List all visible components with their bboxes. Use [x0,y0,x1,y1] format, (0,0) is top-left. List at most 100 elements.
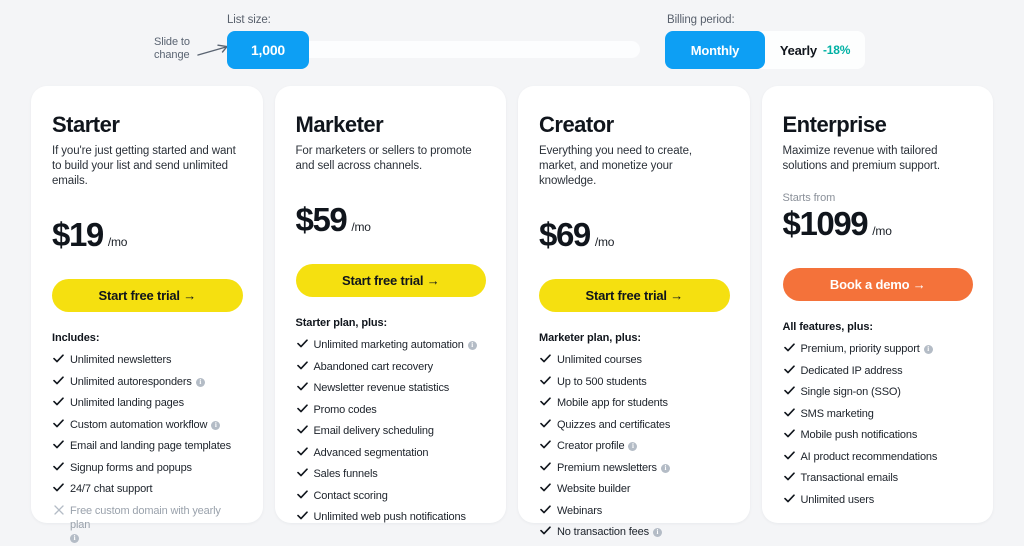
info-icon[interactable]: i [70,533,79,543]
list-size-slider[interactable]: 1,000 [227,31,640,69]
feature-label-wrap: Mobile push notifications [801,428,974,442]
feature-label: Single sign-on (SSO) [800,386,901,398]
info-icon[interactable]: i [923,345,933,354]
feature-item: No transaction fees i [539,525,730,539]
feature-label: Up to 500 students [557,375,647,388]
feature-label-wrap: Unlimited autoresponders i [70,375,243,389]
billing-option-monthly[interactable]: Monthly [665,31,765,69]
info-icon[interactable]: i [652,528,662,537]
billing-option-yearly[interactable]: Yearly -18% [765,31,865,69]
feature-label: Abandoned cart recovery [313,360,434,373]
feature-item: Creator profile i [539,439,730,453]
price-block: $69/mo [539,217,730,265]
feature-item: Dedicated IP address [783,364,974,378]
info-icon[interactable]: i [211,420,221,430]
check-icon [783,493,796,503]
feature-item: 24/7 chat support [52,482,243,496]
feature-label-wrap: Signup forms and popups [70,461,243,475]
feature-item: Sales funnels [296,467,487,481]
check-icon [783,407,796,417]
feature-label: Free custom domain with yearly plan [70,504,221,531]
billing-period-toggle[interactable]: Monthly Yearly -18% [665,31,865,69]
price-period: /mo [351,220,371,234]
features-heading: Marketer plan, plus: [539,332,641,344]
plan-description: For marketers or sellers to promote and … [295,145,472,172]
feature-label: Promo codes [313,403,377,416]
feature-label: Advanced segmentation [313,446,429,459]
info-icon[interactable]: i [660,463,670,473]
feature-label-wrap: Premium newsletters i [557,461,730,475]
feature-label: Quizzes and certificates [557,418,671,431]
feature-label: Contact scoring [313,489,388,502]
feature-item: Unlimited landing pages [52,396,243,410]
feature-label-wrap: Creator profile i [557,439,730,453]
feature-label-wrap: Unlimited newsletters [70,353,243,367]
plan-cta-button[interactable]: Book a demo → [782,268,973,301]
check-icon [296,467,309,477]
price-amount: $1099 [782,205,869,242]
check-icon [783,428,796,438]
feature-label-wrap: Mobile app for students [557,396,730,410]
check-icon [296,403,309,413]
feature-label: Mobile app for students [557,397,668,409]
check-icon [52,396,65,406]
check-icon [783,450,796,460]
billing-monthly-label: Monthly [690,42,740,58]
feature-label: AI product recommendations [800,450,938,463]
plan-description: If you're just getting started and want … [52,145,236,187]
feature-label: Unlimited autoresponders [70,375,192,388]
check-icon [296,381,309,391]
feature-label: Premium, priority support [800,343,920,355]
pricing-card: Marketer For marketers or sellers to prom… [274,86,506,523]
check-icon [52,482,65,492]
feature-item: Email delivery scheduling [296,424,487,438]
feature-label-wrap: Unlimited marketing automation i [314,338,487,352]
feature-item: Mobile push notifications [783,428,974,442]
check-icon [783,385,796,395]
feature-label-wrap: Email delivery scheduling [314,424,487,438]
check-icon [539,439,552,449]
feature-item: Newsletter revenue statistics [296,381,487,395]
plan-name: Enterprise [782,112,887,137]
check-icon [52,375,65,385]
plan-cta-button[interactable]: Start free trial → [295,264,486,297]
billing-yearly-label: Yearly [779,42,817,58]
info-icon[interactable]: i [628,442,638,451]
feature-label: SMS marketing [800,407,874,420]
check-icon [296,424,309,434]
check-icon [539,525,552,535]
info-icon[interactable]: i [195,377,205,387]
slider-value: 1,000 [250,42,286,58]
slider-track[interactable] [293,41,640,58]
check-icon [52,418,65,428]
feature-label: Newsletter revenue statistics [313,382,450,394]
feature-label-wrap: Contact scoring [314,489,487,503]
pricing-card: Enterprise Maximize revenue with tailored… [761,86,993,523]
check-icon [539,353,552,363]
yearly-discount-badge: -18% [822,43,851,57]
price-amount: $59 [295,201,348,238]
check-icon [296,338,309,348]
slider-thumb[interactable]: 1,000 [227,31,309,69]
billing-period-label: Billing period: [667,14,735,26]
feature-label-wrap: No transaction fees i [557,525,730,539]
feature-item: Unlimited marketing automation i [296,338,487,352]
list-size-label: List size: [227,14,271,26]
plan-cta-button[interactable]: Start free trial → [539,279,730,312]
info-icon[interactable]: i [467,341,477,350]
feature-item: Free custom domain with yearly plan i [52,504,243,543]
feature-item: Unlimited newsletters [52,353,243,367]
check-icon [296,360,309,370]
price-block: $59/mo [296,202,487,250]
feature-label: Custom automation workflow [70,418,208,431]
check-icon [539,396,552,406]
feature-label: Unlimited marketing automation [313,339,464,351]
feature-label-wrap: Newsletter revenue statistics [314,381,487,395]
check-icon [783,342,796,352]
feature-label-wrap: Up to 500 students [557,375,730,389]
feature-item: Signup forms and popups [52,461,243,475]
price-period: /mo [872,224,892,238]
plan-cta-button[interactable]: Start free trial → [52,279,243,312]
plan-description: Everything you need to create, market, a… [539,145,692,187]
features-list: Unlimited newsletters Unlimited autorespo… [52,353,243,543]
